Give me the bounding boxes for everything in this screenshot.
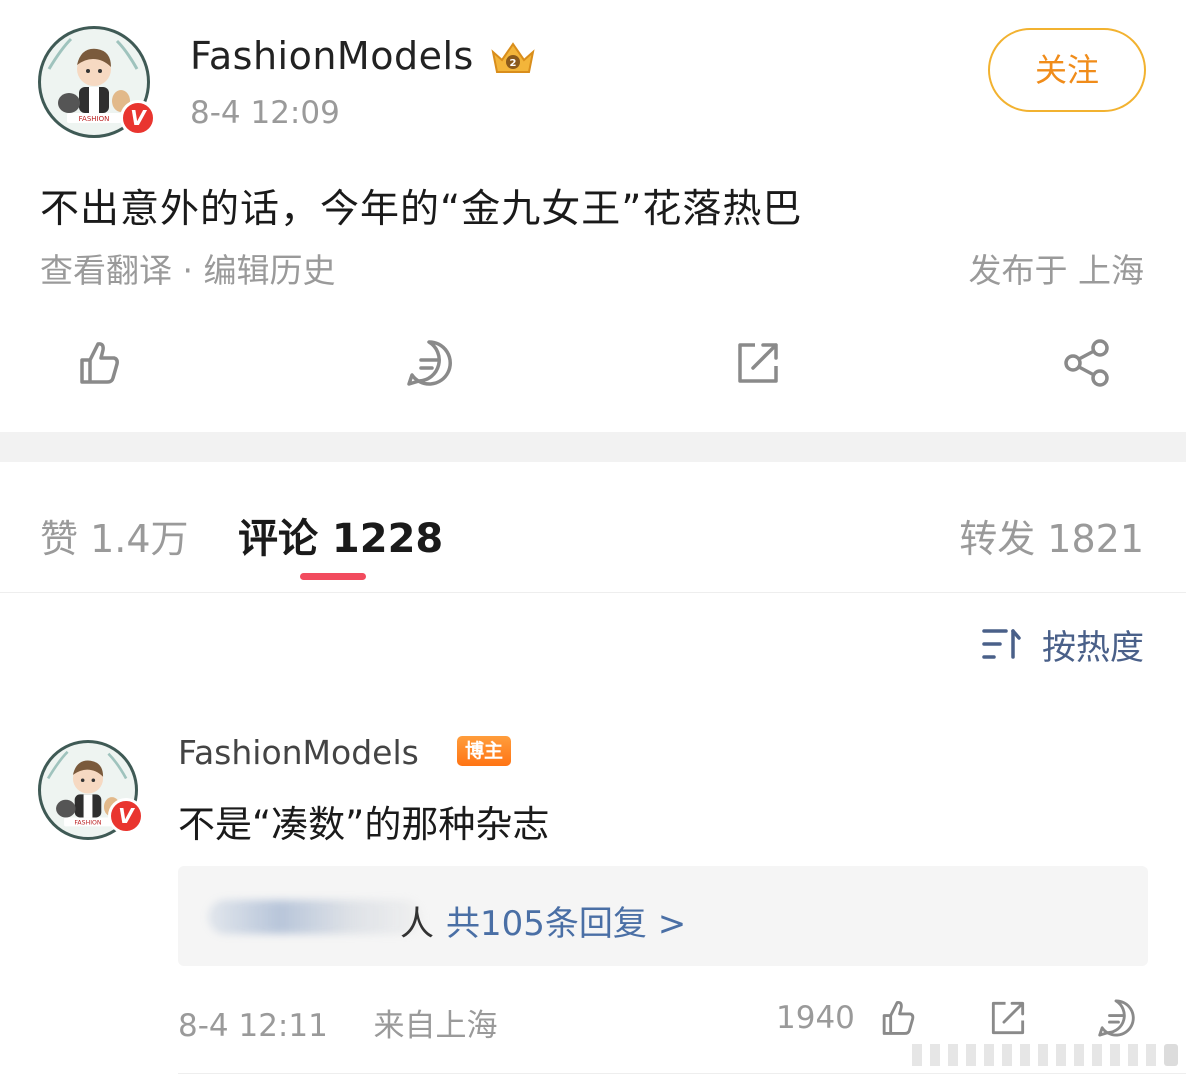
svg-text:FASHION: FASHION: [74, 820, 101, 827]
follow-button[interactable]: 关注: [988, 28, 1146, 112]
watermark-bars: [912, 1044, 1178, 1066]
share-icon[interactable]: [1060, 336, 1114, 390]
tabs-divider: [0, 592, 1186, 593]
comment-meta: 8-4 12:11 来自上海: [178, 1000, 498, 1045]
comment-divider: [178, 1073, 1186, 1074]
like-icon[interactable]: [72, 336, 126, 390]
post-text: 不出意外的话，今年的“金九女王”花落热巴: [40, 187, 803, 232]
author-badge: 博主: [457, 736, 511, 766]
comment-like-count: 1940: [776, 1000, 855, 1036]
tab-likes[interactable]: 赞 1.4万: [40, 508, 189, 563]
verified-badge: V: [108, 798, 144, 834]
comment-location: 来自上海: [373, 1008, 498, 1044]
active-tab-indicator: [300, 573, 366, 580]
sort-toggle[interactable]: 按热度: [982, 622, 1144, 668]
comment-repost-icon[interactable]: [986, 996, 1030, 1040]
crown-icon[interactable]: 2: [488, 38, 538, 78]
verified-badge: V: [120, 100, 156, 136]
meta-separator: ·: [172, 251, 204, 290]
view-translation-link[interactable]: 查看翻译: [40, 251, 172, 290]
comment-text: 不是“凑数”的那种杂志: [178, 803, 550, 846]
post-location: 发布于 上海: [968, 251, 1145, 290]
repost-icon[interactable]: [731, 336, 785, 390]
post-timestamp: 8-4 12:09: [190, 95, 340, 131]
sort-icon: [982, 629, 1021, 659]
section-divider: [0, 432, 1186, 462]
interaction-tabs: 赞 1.4万 评论 1228 转发 1821: [0, 462, 1186, 592]
replies-preview[interactable]: 人 共105条回复 >: [178, 866, 1148, 966]
commenter-name[interactable]: FashionModels: [178, 733, 419, 772]
svg-text:2: 2: [510, 58, 517, 69]
comment-reply-icon[interactable]: [1094, 996, 1138, 1040]
comment-timestamp: 8-4 12:11: [178, 1008, 328, 1044]
svg-text:FASHION: FASHION: [79, 115, 110, 123]
tab-comments[interactable]: 评论 1228: [238, 506, 443, 564]
tab-reposts[interactable]: 转发 1821: [959, 508, 1144, 563]
author-name[interactable]: FashionModels: [190, 34, 474, 78]
edit-history-link[interactable]: 编辑历史: [203, 251, 335, 290]
blurred-usernames: [208, 900, 422, 934]
reply-people-label: 人: [400, 904, 434, 944]
post-card: FASHION V FashionModels 2 8-4 12:09 关注 不…: [0, 0, 1186, 432]
comment-icon[interactable]: [402, 336, 456, 390]
post-meta-links: 查看翻译 · 编辑历史: [40, 244, 335, 292]
reply-count-link[interactable]: 共105条回复 >: [446, 896, 686, 945]
comment-like-icon[interactable]: [876, 996, 920, 1040]
sort-label: 按热度: [1042, 627, 1144, 668]
